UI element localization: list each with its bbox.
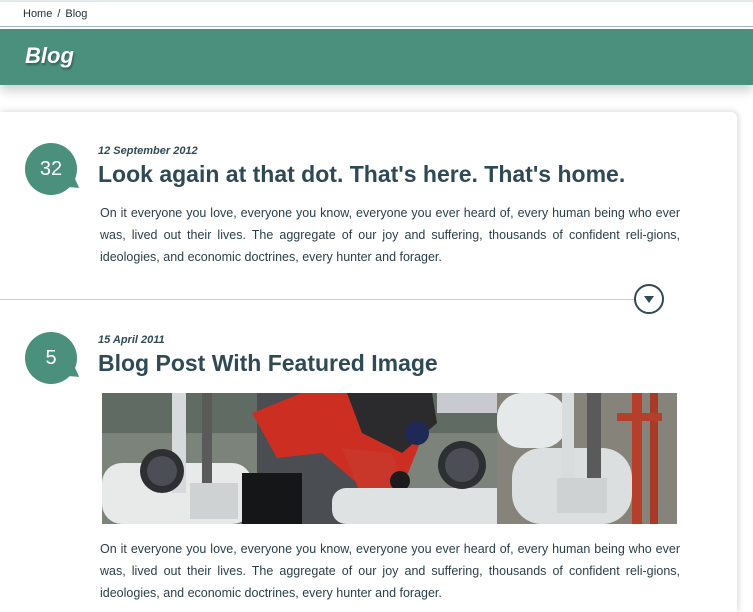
page-title: Blog [25, 43, 74, 68]
breadcrumb-home-link[interactable]: Home [23, 8, 52, 20]
featured-image[interactable] [102, 393, 677, 524]
expand-down-icon[interactable] [634, 284, 664, 314]
post-excerpt: On it everyone you love, everyone you kn… [100, 542, 680, 600]
top-border [0, 0, 753, 2]
breadcrumb: Home / Blog [0, 3, 753, 27]
comment-count-badge[interactable]: 32 [25, 143, 77, 195]
page-header: Blog [0, 29, 753, 85]
post-date: 15 April 2011 [98, 334, 165, 346]
breadcrumb-separator: / [57, 8, 61, 20]
comment-count-badge[interactable]: 5 [25, 332, 77, 384]
post-title[interactable]: Blog Post With Featured Image [98, 350, 438, 377]
post-title[interactable]: Look again at that dot. That's here. Tha… [98, 161, 625, 188]
post-date: 12 September 2012 [98, 145, 198, 157]
breadcrumb-current: Blog [65, 8, 88, 20]
post-excerpt: On it everyone you love, everyone you kn… [100, 206, 680, 264]
post-divider [0, 299, 636, 300]
